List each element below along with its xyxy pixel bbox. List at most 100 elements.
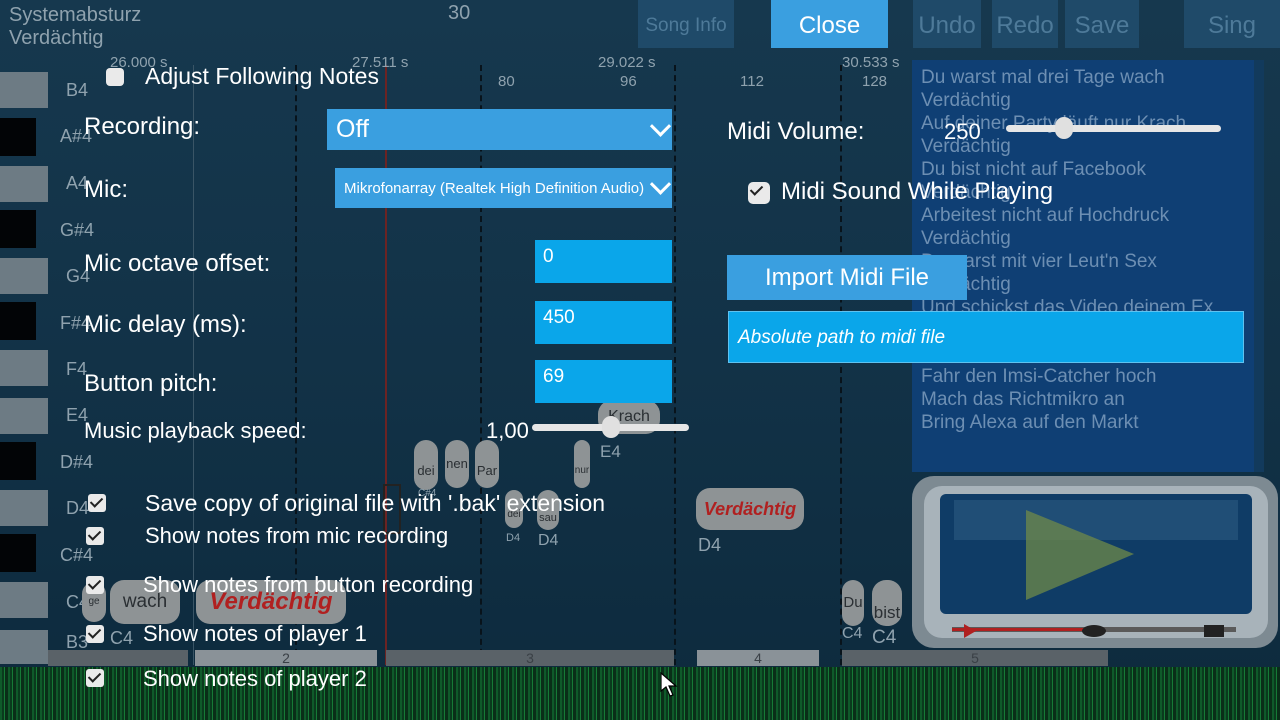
piano-key[interactable]: [0, 118, 36, 156]
playback-speed-slider-handle[interactable]: [601, 416, 620, 438]
chevron-down-icon: [649, 115, 672, 137]
bar-segment[interactable]: 5: [842, 650, 1108, 666]
beat-line: [480, 65, 482, 665]
piano-key[interactable]: [0, 490, 48, 526]
piano-key[interactable]: [0, 582, 48, 618]
note-pitch-label: C4: [842, 625, 863, 642]
mic-delay-input[interactable]: 450: [535, 301, 672, 344]
note-label: D#4: [60, 452, 94, 472]
bak-copy-label: Save copy of original file with '.bak' e…: [145, 490, 606, 516]
piano-key[interactable]: [0, 302, 36, 340]
lyrics-line[interactable]: Bring Alexa auf den Markt: [912, 411, 1264, 434]
piano-key[interactable]: [0, 630, 48, 664]
editor-note[interactable]: dei: [414, 440, 438, 490]
midi-volume-slider[interactable]: [1006, 125, 1221, 132]
save-button[interactable]: Save: [1065, 0, 1139, 48]
lyrics-line[interactable]: Verdächtig: [912, 89, 1264, 112]
time-label: 29.022 s: [598, 54, 656, 71]
editor-note[interactable]: Verdächtig: [696, 488, 804, 530]
close-button[interactable]: Close: [771, 0, 888, 48]
editor-note[interactable]: bist: [872, 580, 902, 626]
chevron-down-icon: [649, 173, 672, 195]
undo-button[interactable]: Undo: [913, 0, 981, 48]
editor-note[interactable]: nen: [445, 440, 469, 488]
editor-note[interactable]: Du: [842, 580, 864, 626]
beat-label: 112: [740, 73, 764, 90]
lyrics-line[interactable]: Du warst mal drei Tage wach: [912, 66, 1264, 89]
import-midi-button[interactable]: Import Midi File: [727, 255, 967, 300]
lyrics-line[interactable]: Mach das Richtmikro an: [912, 388, 1264, 411]
editor-note[interactable]: Par: [475, 440, 499, 488]
piano-key[interactable]: [0, 72, 48, 108]
bar-segment[interactable]: 2: [195, 650, 377, 666]
adjust-following-checkbox[interactable]: [106, 68, 124, 86]
playback-speed-value: 1,00: [486, 418, 529, 443]
lyrics-scrollbar[interactable]: [1254, 60, 1264, 472]
media-player-graphic: [912, 476, 1278, 648]
midi-sound-label: Midi Sound While Playing: [781, 178, 1054, 205]
show-player1-checkbox[interactable]: [86, 625, 104, 643]
mic-dropdown[interactable]: Mikrofonarray (Realtek High Definition A…: [335, 168, 672, 208]
media-player: [908, 472, 1280, 652]
note-pitch-label: D4: [698, 535, 722, 555]
beat-line: [674, 65, 676, 665]
note-pitch-label: C4: [872, 627, 897, 648]
song-artist: Verdächtig: [9, 27, 104, 49]
playback-speed-label: Music playback speed:: [84, 418, 307, 443]
editor-note[interactable]: nur: [574, 440, 590, 488]
piano-key[interactable]: [0, 398, 48, 434]
lyrics-list: Du warst mal drei Tage wach Verdächtig Auf…: [912, 60, 1264, 434]
midi-sound-checkbox[interactable]: [748, 182, 770, 204]
piano-key[interactable]: [0, 258, 48, 294]
show-mic-notes-label: Show notes from mic recording: [145, 523, 449, 548]
piano-key[interactable]: [0, 442, 36, 480]
mouse-cursor-icon: [660, 672, 678, 697]
note-label: C#4: [60, 545, 94, 565]
adjust-following-label: Adjust Following Notes: [145, 63, 379, 89]
mic-octave-offset-input[interactable]: 0: [535, 240, 672, 283]
bar-number: 4: [754, 650, 762, 666]
beat-label: 128: [862, 73, 888, 90]
bar-number: 3: [526, 650, 534, 666]
note-label: B4: [66, 80, 89, 100]
recording-label: Recording:: [84, 113, 201, 140]
midi-volume-slider-handle[interactable]: [1055, 117, 1074, 139]
note-pitch-label: C4: [110, 628, 134, 648]
bar-segment[interactable]: 4: [697, 650, 819, 666]
beat-label: 80: [498, 73, 515, 90]
midi-path-placeholder: Absolute path to midi file: [738, 327, 946, 348]
song-info-button[interactable]: Song Info: [638, 0, 734, 48]
button-pitch-label: Button pitch:: [84, 370, 218, 397]
song-header: Systemabsturz Verdächtig: [9, 4, 141, 50]
piano-key[interactable]: [0, 350, 48, 386]
bar-segment[interactable]: 3: [386, 650, 674, 666]
midi-path-input[interactable]: Absolute path to midi file: [728, 311, 1244, 363]
stop-icon: [1204, 625, 1224, 637]
time-label: 30.533 s: [842, 54, 900, 71]
note-label: G#4: [60, 220, 95, 240]
piano-key[interactable]: [0, 534, 36, 572]
button-pitch-input[interactable]: 69: [535, 360, 672, 403]
recording-value: Off: [336, 115, 369, 143]
midi-volume-label: Midi Volume:: [727, 118, 865, 145]
redo-button[interactable]: Redo: [992, 0, 1058, 48]
piano-key[interactable]: [0, 210, 36, 248]
show-mic-notes-checkbox[interactable]: [86, 527, 104, 545]
lyrics-line[interactable]: Arbeitest nicht auf Hochdruck: [912, 204, 1264, 227]
mic-value: Mikrofonarray (Realtek High Definition A…: [344, 180, 645, 197]
show-button-notes-checkbox[interactable]: [86, 576, 104, 594]
song-title: Systemabsturz: [9, 4, 142, 26]
bak-copy-checkbox[interactable]: [88, 494, 106, 512]
show-player2-checkbox[interactable]: [86, 669, 104, 687]
show-player2-label: Show notes of player 2: [143, 666, 367, 691]
bar-segment: [48, 650, 188, 666]
sing-button[interactable]: Sing: [1184, 0, 1280, 48]
show-button-notes-label: Show notes from button recording: [143, 572, 474, 597]
note-pitch-label: D4: [506, 532, 521, 544]
piano-key[interactable]: [0, 166, 48, 202]
lyrics-line[interactable]: Verdächtig: [912, 227, 1264, 250]
beat-line: [840, 65, 842, 665]
lyrics-line[interactable]: Fahr den Imsi-Catcher hoch: [912, 365, 1264, 388]
recording-dropdown[interactable]: Off: [327, 109, 672, 150]
bar-number: 2: [282, 650, 290, 666]
